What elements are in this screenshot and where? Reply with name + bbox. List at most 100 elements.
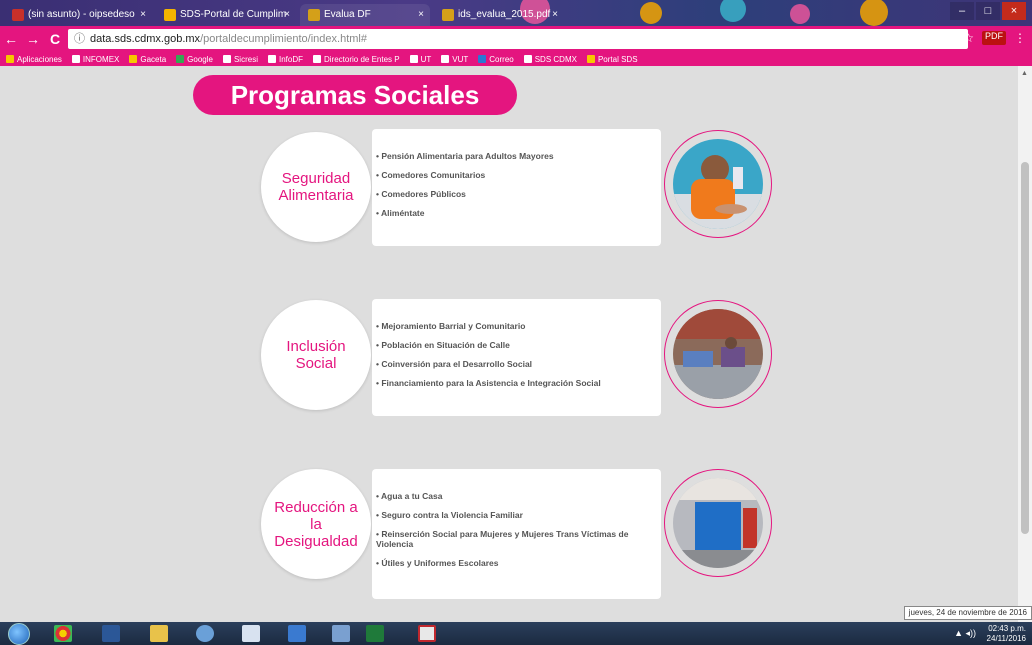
photo-ring — [664, 469, 772, 577]
decor-flower — [640, 2, 662, 24]
bookmark-item[interactable]: VUT — [441, 55, 468, 64]
program-link[interactable]: Coinversión para el Desarrollo Social — [376, 359, 657, 369]
chrome-icon[interactable] — [54, 625, 72, 642]
bookmark-icon — [478, 55, 487, 63]
tab-label: Evalua DF — [324, 9, 371, 20]
decor-flower — [720, 0, 746, 22]
program-link[interactable]: Seguro contra la Violencia Familiar — [376, 510, 657, 520]
program-link[interactable]: Mejoramiento Barrial y Comunitario — [376, 321, 657, 331]
close-icon[interactable]: × — [418, 4, 424, 26]
bookmark-label: INFOMEX — [82, 54, 120, 64]
program-card-reduccion-desigualdad: Agua a tu Casa Seguro contra la Violenci… — [372, 469, 661, 599]
program-link[interactable]: Financiamiento para la Asistencia e Inte… — [376, 378, 657, 388]
program-link[interactable]: Aliméntate — [376, 208, 657, 218]
category-circle-seguridad-alimentaria[interactable]: Seguridad Alimentaria — [261, 132, 371, 242]
scrollbar-thumb[interactable] — [1021, 162, 1029, 534]
program-link[interactable]: Comedores Comunitarios — [376, 170, 657, 180]
back-icon[interactable]: ← — [0, 31, 22, 47]
bookmark-icon — [176, 55, 185, 63]
bookmark-label: Sicresi — [233, 54, 258, 64]
url-path: /portaldecumplimiento/index.html# — [200, 33, 367, 45]
url-host: data.sds.cdmx.gob.mx — [90, 33, 201, 45]
program-link[interactable]: Útiles y Uniformes Escolares — [376, 558, 657, 568]
scroll-up-icon[interactable]: ▲ — [1021, 70, 1028, 77]
close-icon[interactable]: × — [284, 4, 290, 26]
program-card-seguridad-alimentaria: Pensión Alimentaria para Adultos Mayores… — [372, 129, 661, 246]
url-field[interactable]: ⓘ data.sds.cdmx.gob.mx/portaldecumplimie… — [68, 29, 968, 49]
bookmarks-bar: Aplicaciones INFOMEX Gaceta Google Sicresi In… — [0, 52, 1032, 66]
tab-1[interactable]: SDS-Portal de Cumplim × — [156, 4, 296, 26]
bookmark-label: Google — [187, 54, 213, 64]
program-link[interactable]: Comedores Públicos — [376, 189, 657, 199]
bookmark-item[interactable]: Portal SDS — [586, 55, 638, 64]
child-eating-photo — [673, 139, 763, 229]
system-clock[interactable]: 02:43 p.m. 24/11/2016 — [987, 624, 1026, 644]
program-link[interactable]: Pensión Alimentaria para Adultos Mayores — [376, 151, 657, 161]
decor-flower — [790, 4, 810, 24]
menu-icon[interactable]: ⋮ — [1014, 31, 1026, 45]
bookmark-icon — [222, 55, 231, 63]
close-icon[interactable]: × — [140, 4, 146, 26]
program-link[interactable]: Agua a tu Casa — [376, 491, 657, 501]
maximize-icon[interactable]: □ — [976, 2, 1000, 20]
bookmark-icon — [267, 55, 276, 63]
bookmark-star-icon[interactable]: ☆ — [963, 31, 974, 45]
bookmark-label: VUT — [452, 54, 469, 64]
tab-label: SDS-Portal de Cumplim — [180, 9, 287, 20]
category-label: Inclusión Social — [286, 338, 346, 372]
bookmark-item[interactable]: UT — [409, 55, 431, 64]
close-window-icon[interactable]: × — [1002, 2, 1026, 20]
word-icon[interactable] — [102, 625, 120, 642]
file-explorer-icon[interactable] — [150, 625, 168, 642]
tab-3[interactable]: ids_evalua_2015.pdf × — [434, 4, 564, 26]
forward-icon[interactable]: → — [22, 31, 44, 47]
reload-icon[interactable]: C — [44, 31, 66, 47]
bookmark-item[interactable]: SDS CDMX — [523, 54, 577, 64]
tab-0[interactable]: (sin asunto) - oipsedeso × — [4, 4, 152, 26]
page-scrollbar[interactable]: ▲ — [1018, 66, 1032, 622]
bookmark-icon — [6, 55, 14, 63]
category-circle-reduccion-desigualdad[interactable]: Reducción a la Desigualdad — [261, 469, 371, 579]
bookmark-label: SDS CDMX — [534, 54, 577, 64]
app-icon[interactable] — [288, 625, 306, 642]
toolbar-right: ⚲ ☆ PDF ⋮ — [946, 31, 1026, 45]
bookmark-item[interactable]: Directorio de Entes P — [313, 55, 400, 64]
bookmark-label: InfoDF — [278, 54, 303, 64]
bookmark-icon — [129, 55, 138, 63]
network-app-icon[interactable] — [332, 625, 350, 642]
program-link[interactable]: Población en Situación de Calle — [376, 340, 657, 350]
bookmark-item[interactable]: Gaceta — [129, 55, 166, 64]
bookmark-label: Directorio de Entes P — [324, 54, 400, 64]
tray-icons[interactable]: ▲ ◂)) — [954, 628, 976, 639]
bookmark-label: Gaceta — [140, 54, 167, 64]
minimize-icon[interactable]: – — [950, 2, 974, 20]
notepad-icon[interactable] — [242, 625, 260, 642]
close-icon[interactable]: × — [552, 4, 558, 26]
excel-icon[interactable] — [366, 625, 384, 642]
globe-icon[interactable] — [196, 625, 214, 642]
start-button[interactable] — [8, 623, 30, 645]
bookmark-item[interactable]: Google — [176, 55, 213, 64]
category-circle-inclusion-social[interactable]: Inclusión Social — [261, 300, 371, 410]
tab-label: ids_evalua_2015.pdf — [458, 9, 551, 20]
mail-icon — [12, 9, 24, 21]
site-favicon-icon — [442, 9, 454, 21]
bookmark-item[interactable]: InfoDF — [267, 54, 303, 64]
bookmark-item[interactable]: Sicresi — [222, 54, 258, 64]
zoom-icon[interactable]: ⚲ — [946, 31, 955, 45]
page-title: Programas Sociales — [193, 75, 517, 115]
info-icon[interactable]: ⓘ — [74, 29, 85, 49]
program-link[interactable]: Reinserción Social para Mujeres y Mujere… — [376, 529, 657, 549]
tab-2[interactable]: Evalua DF × — [300, 4, 430, 26]
acrobat-icon[interactable] — [418, 625, 436, 642]
bookmark-label: Correo — [489, 54, 514, 64]
star-favicon-icon — [164, 9, 176, 21]
bookmark-item[interactable]: Correo — [478, 54, 514, 64]
pdf-extension-icon[interactable]: PDF — [982, 31, 1006, 45]
windows-taskbar: ▲ ◂)) 02:43 p.m. 24/11/2016 — [0, 622, 1032, 645]
bookmark-item[interactable]: Aplicaciones — [6, 55, 62, 64]
program-card-inclusion-social: Mejoramiento Barrial y Comunitario Pobla… — [372, 299, 661, 416]
browser-tab-strip: (sin asunto) - oipsedeso × SDS-Portal de… — [0, 0, 1032, 26]
bookmark-item[interactable]: INFOMEX — [71, 54, 120, 64]
photo-ring — [664, 300, 772, 408]
